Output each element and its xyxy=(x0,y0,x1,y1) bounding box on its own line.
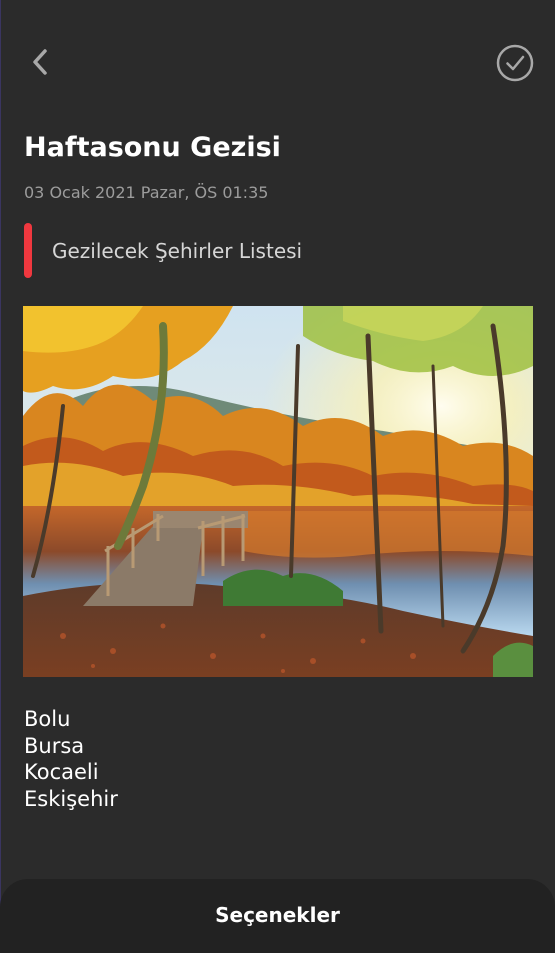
check-circle-icon xyxy=(496,44,534,82)
done-button[interactable] xyxy=(494,42,536,84)
note-title: Haftasonu Gezisi xyxy=(24,132,281,163)
city-list: Bolu Bursa Kocaeli Eskişehir xyxy=(24,706,118,812)
category-color-bar xyxy=(24,223,32,278)
category-label: Gezilecek Şehirler Listesi xyxy=(52,238,303,263)
note-photo[interactable] xyxy=(23,306,533,677)
list-item: Kocaeli xyxy=(24,760,99,784)
top-bar xyxy=(0,0,555,120)
back-button[interactable] xyxy=(22,42,58,82)
chevron-left-icon xyxy=(33,49,47,75)
window-edge xyxy=(0,0,1,953)
note-date: 03 Ocak 2021 Pazar, ÖS 01:35 xyxy=(24,183,269,202)
list-item: Bolu xyxy=(24,707,71,731)
list-item: Bursa xyxy=(24,733,85,758)
options-label: Seçenekler xyxy=(215,903,340,927)
category-header: Gezilecek Şehirler Listesi xyxy=(24,223,302,278)
autumn-lake-image xyxy=(23,306,533,677)
options-sheet-button[interactable]: Seçenekler xyxy=(0,879,555,953)
list-item: Eskişehir xyxy=(24,786,118,811)
